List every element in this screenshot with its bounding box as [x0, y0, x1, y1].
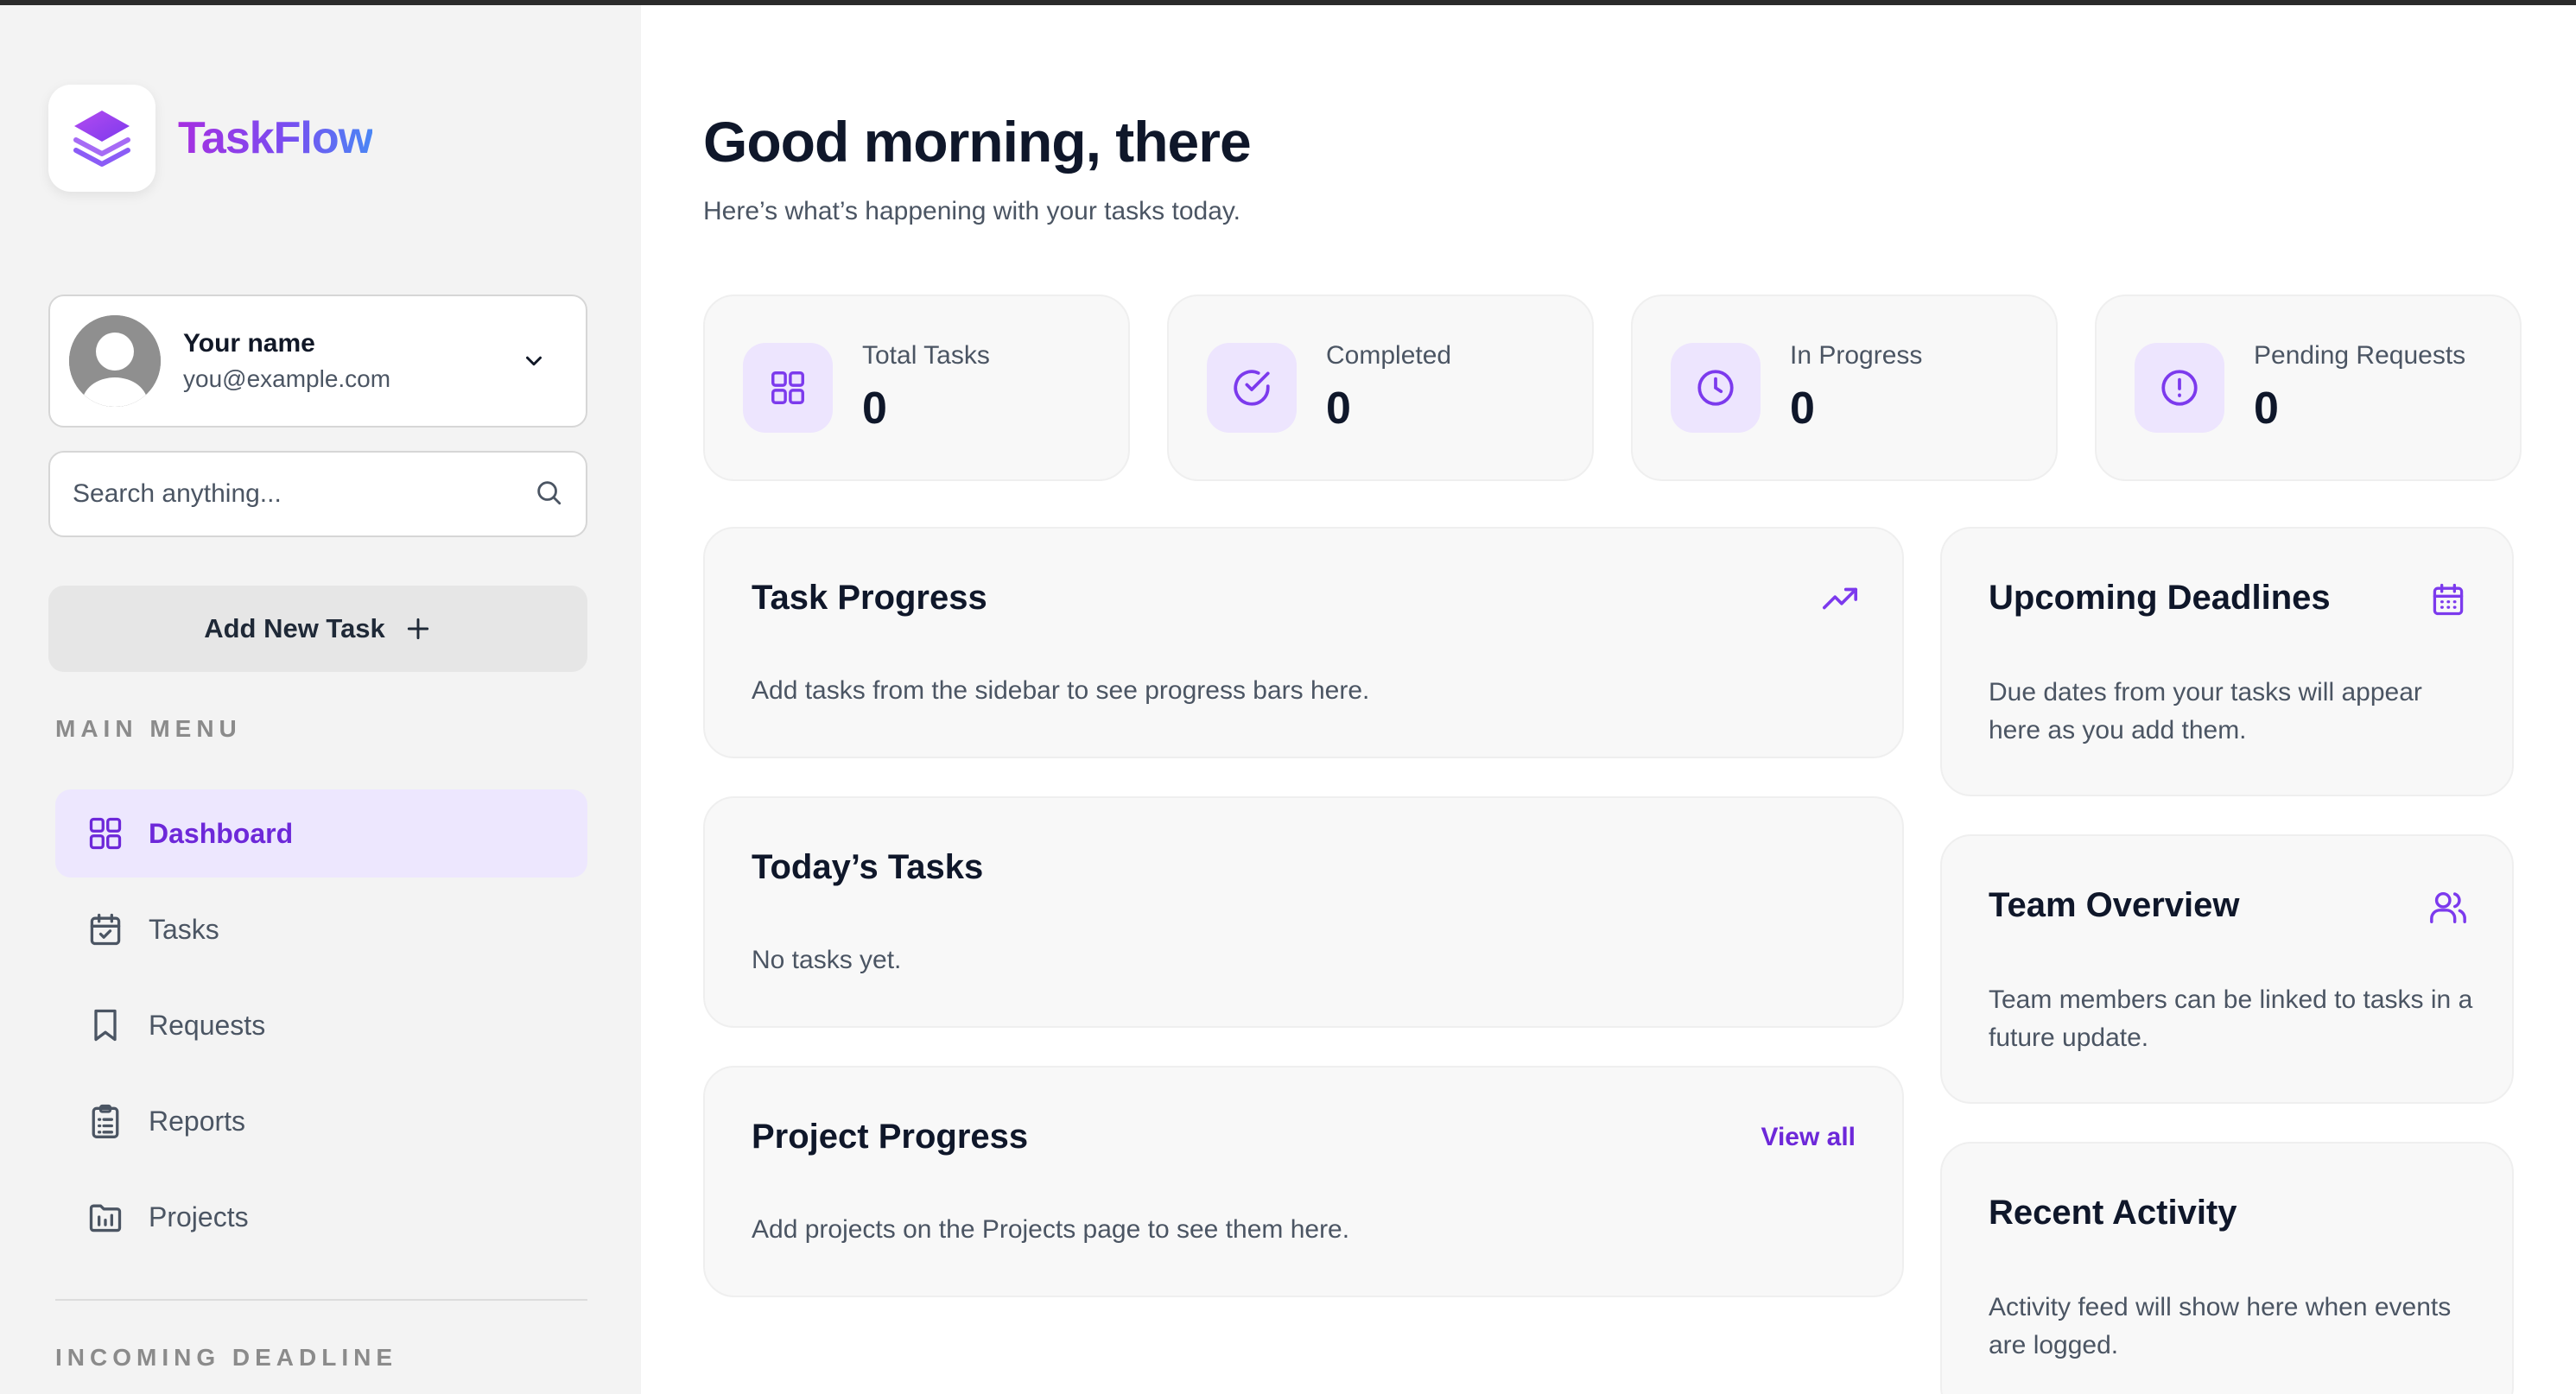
- sidebar-item-projects[interactable]: Projects: [55, 1173, 587, 1261]
- main-nav: Dashboard Tasks Requests Reports Project…: [55, 789, 587, 1269]
- card-title: Today’s Tasks: [752, 848, 984, 886]
- stat-card-total-tasks: Total Tasks 0: [703, 295, 1130, 481]
- sidebar-item-requests[interactable]: Requests: [55, 981, 587, 1069]
- avatar: [69, 315, 161, 407]
- sidebar-item-label: Requests: [149, 1009, 266, 1041]
- bookmark-icon: [85, 1004, 126, 1046]
- search-input[interactable]: [73, 479, 534, 509]
- card-body: Activity feed will show here when events…: [1989, 1293, 2452, 1359]
- card-title: Task Progress: [752, 579, 987, 617]
- stat-card-completed: Completed 0: [1167, 295, 1594, 481]
- sidebar: TaskFlow Your name you@example.com Searc…: [0, 5, 641, 1394]
- card-body: Team members can be linked to tasks in a…: [1989, 985, 2473, 1052]
- search-icon[interactable]: [534, 478, 563, 511]
- card-title: Recent Activity: [1989, 1194, 2237, 1232]
- calendar-check-icon: [85, 909, 126, 950]
- stat-card-in-progress: In Progress 0: [1631, 295, 2058, 481]
- folder-chart-icon: [85, 1196, 126, 1238]
- task-progress-card: Task Progress Add tasks from the sidebar…: [703, 527, 1904, 758]
- project-progress-card: Project Progress View all Add projects o…: [703, 1066, 1904, 1297]
- stat-label: Completed: [1326, 341, 1452, 370]
- app-root: TaskFlow Your name you@example.com Searc…: [0, 0, 2576, 1394]
- main-content: Good morning, there Here’s what’s happen…: [641, 5, 2576, 1394]
- page-title: Good morning, there: [703, 110, 1252, 174]
- sidebar-item-tasks[interactable]: Tasks: [55, 885, 587, 973]
- clipboard-list-icon: [85, 1100, 126, 1142]
- sidebar-item-dashboard[interactable]: Dashboard: [55, 789, 587, 878]
- stat-card-pending-requests: Pending Requests 0: [2095, 295, 2522, 481]
- stat-label: In Progress: [1790, 341, 1923, 370]
- sidebar-item-label: Tasks: [149, 913, 219, 945]
- card-title: Team Overview: [1989, 886, 2240, 924]
- stat-value: 0: [1790, 383, 1815, 434]
- card-body: Add tasks from the sidebar to see progre…: [752, 676, 1370, 705]
- user-info: Your name you@example.com: [183, 329, 517, 393]
- clock-icon: [1671, 343, 1761, 433]
- view-all-link[interactable]: View all: [1761, 1123, 1856, 1152]
- grid-icon: [85, 813, 126, 854]
- card-title: Project Progress: [752, 1118, 1029, 1156]
- grid-icon: [743, 343, 833, 433]
- user-name: Your name: [183, 329, 315, 358]
- card-body: Due dates from your tasks will appear he…: [1989, 678, 2422, 745]
- alert-circle-icon: [2135, 343, 2224, 433]
- plus-icon: [404, 615, 432, 643]
- card-body: Add projects on the Projects page to see…: [752, 1215, 1350, 1244]
- card-body: No tasks yet.: [752, 946, 902, 974]
- sidebar-item-label: Reports: [149, 1105, 246, 1137]
- add-new-task-button[interactable]: Add New Task: [48, 586, 587, 672]
- check-circle-icon: [1207, 343, 1297, 433]
- card-title: Upcoming Deadlines: [1989, 579, 2331, 617]
- user-switcher[interactable]: Your name you@example.com: [48, 295, 587, 428]
- brand[interactable]: TaskFlow: [48, 85, 373, 192]
- trending-up-icon: [1819, 579, 1861, 620]
- main-menu-heading: MAIN MENU: [55, 715, 242, 742]
- stat-label: Total Tasks: [862, 341, 990, 370]
- page-subtitle: Here’s what’s happening with your tasks …: [703, 197, 1241, 225]
- sidebar-item-label: Projects: [149, 1201, 249, 1232]
- sidebar-divider: [55, 1299, 587, 1301]
- chevron-down-icon[interactable]: [517, 344, 551, 378]
- stat-value: 0: [862, 383, 887, 434]
- todays-tasks-card: Today’s Tasks No tasks yet.: [703, 796, 1904, 1028]
- stat-value: 0: [1326, 383, 1351, 434]
- stat-label: Pending Requests: [2254, 341, 2466, 370]
- users-icon: [2427, 886, 2469, 928]
- layers-logo-icon: [48, 85, 155, 192]
- sidebar-item-reports[interactable]: Reports: [55, 1077, 587, 1165]
- incoming-deadline-heading: INCOMING DEADLINE: [55, 1344, 397, 1371]
- window-top-border: [0, 0, 2576, 5]
- search-box: [48, 451, 587, 537]
- sidebar-item-label: Dashboard: [149, 817, 294, 849]
- calendar-icon: [2427, 579, 2469, 620]
- recent-activity-card: Recent Activity Activity feed will show …: [1940, 1142, 2514, 1394]
- stat-value: 0: [2254, 383, 2279, 434]
- app-name: TaskFlow: [178, 113, 373, 163]
- user-email: you@example.com: [183, 365, 391, 392]
- add-new-task-label: Add New Task: [204, 613, 385, 643]
- upcoming-deadlines-card: Upcoming Deadlines Due dates from your t…: [1940, 527, 2514, 796]
- team-overview-card: Team Overview Team members can be linked…: [1940, 834, 2514, 1104]
